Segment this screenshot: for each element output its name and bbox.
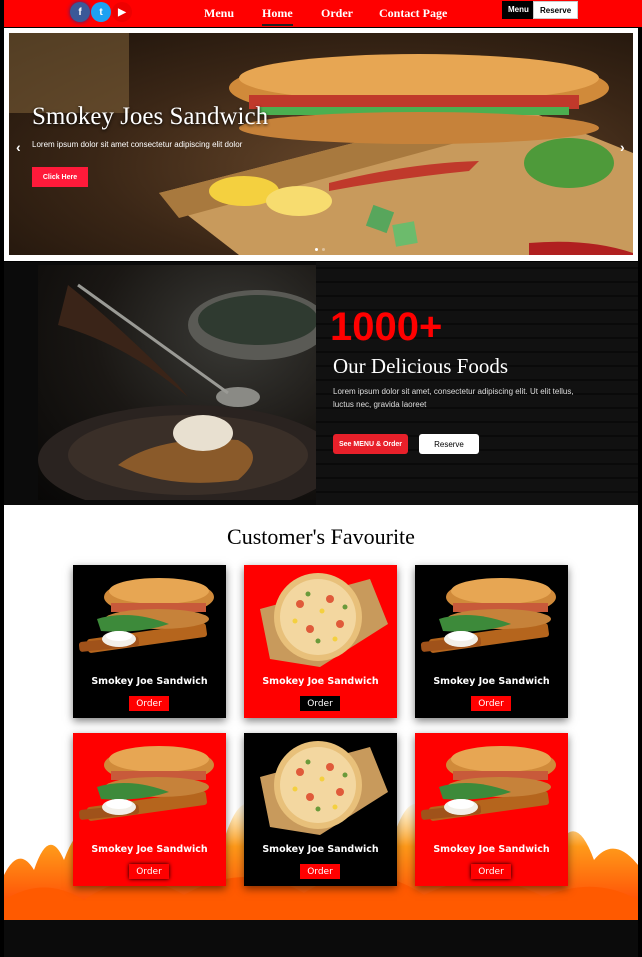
favourite-card: Smokey Joe Sandwich Order (415, 733, 568, 886)
hero-carousel: Smokey Joes Sandwich Lorem ipsum dolor s… (9, 33, 633, 255)
carousel-indicators[interactable] (315, 248, 325, 251)
hero-carousel-frame: Smokey Joes Sandwich Lorem ipsum dolor s… (4, 28, 638, 261)
favourite-card: Smokey Joe Sandwich Order (73, 733, 226, 886)
sandwich-image (78, 569, 220, 669)
card-item-name: Smokey Joe Sandwich (433, 676, 550, 687)
card-order-button[interactable]: Order (129, 696, 169, 711)
sandwich-image (420, 737, 562, 837)
pizza-image (250, 569, 391, 669)
feature-title: Our Delicious Foods (333, 354, 508, 378)
sandwich-image (78, 737, 220, 837)
card-item-name: Smokey Joe Sandwich (91, 676, 208, 687)
hero-title: Smokey Joes Sandwich (32, 103, 269, 130)
feature-count: 1000+ (330, 305, 443, 349)
hero-subtitle: Lorem ipsum dolor sit amet consectetur a… (32, 140, 243, 149)
feature-brick-bg (316, 262, 638, 505)
nav-menu-button[interactable]: Menu (502, 1, 535, 19)
feature-section (4, 262, 638, 505)
feature-description: Lorem ipsum dolor sit amet, consectetur … (333, 387, 574, 409)
see-menu-order-button[interactable]: See MENU & Order (333, 434, 408, 454)
pizza-image (250, 737, 391, 837)
card-item-name: Smokey Joe Sandwich (262, 844, 379, 855)
sandwich-image (420, 569, 562, 669)
left-frame (0, 0, 4, 957)
facebook-icon[interactable]: f (70, 2, 90, 22)
nav-order-link[interactable]: Order (321, 6, 353, 21)
card-item-name: Smokey Joe Sandwich (91, 844, 208, 855)
feature-reserve-button[interactable]: Reserve (419, 434, 479, 454)
favourite-card: Smokey Joe Sandwich Order (415, 565, 568, 718)
nav-menu-link[interactable]: Menu (204, 6, 234, 21)
youtube-icon[interactable]: ▶ (112, 2, 132, 22)
card-item-name: Smokey Joe Sandwich (433, 844, 550, 855)
feature-food-image (38, 265, 316, 500)
hero-click-here-button[interactable]: Click Here (32, 167, 88, 187)
nav-home-link[interactable]: Home (262, 6, 293, 26)
carousel-dot[interactable] (322, 248, 325, 251)
card-order-button[interactable]: Order (300, 864, 340, 879)
carousel-prev-icon[interactable]: ‹ (16, 139, 21, 155)
carousel-dot[interactable] (315, 248, 318, 251)
card-item-name: Smokey Joe Sandwich (262, 676, 379, 687)
favourites-title: Customer's Favourite (227, 524, 415, 549)
nav-reserve-button[interactable]: Reserve (533, 1, 579, 19)
favourite-card: Smokey Joe Sandwich Order (244, 733, 397, 886)
favourite-card: Smokey Joe Sandwich Order (244, 565, 397, 718)
favourite-card: Smokey Joe Sandwich Order (73, 565, 226, 718)
card-order-button[interactable]: Order (471, 864, 511, 879)
top-nav: f t ▶ Menu Home Order Contact Page Menu … (0, 0, 642, 27)
card-order-button[interactable]: Order (129, 864, 169, 879)
twitter-icon[interactable]: t (91, 2, 111, 22)
card-order-button[interactable]: Order (300, 696, 340, 711)
card-order-button[interactable]: Order (471, 696, 511, 711)
carousel-next-icon[interactable]: › (620, 139, 625, 155)
nav-contact-link[interactable]: Contact Page (379, 6, 447, 21)
footer-section (4, 920, 638, 957)
